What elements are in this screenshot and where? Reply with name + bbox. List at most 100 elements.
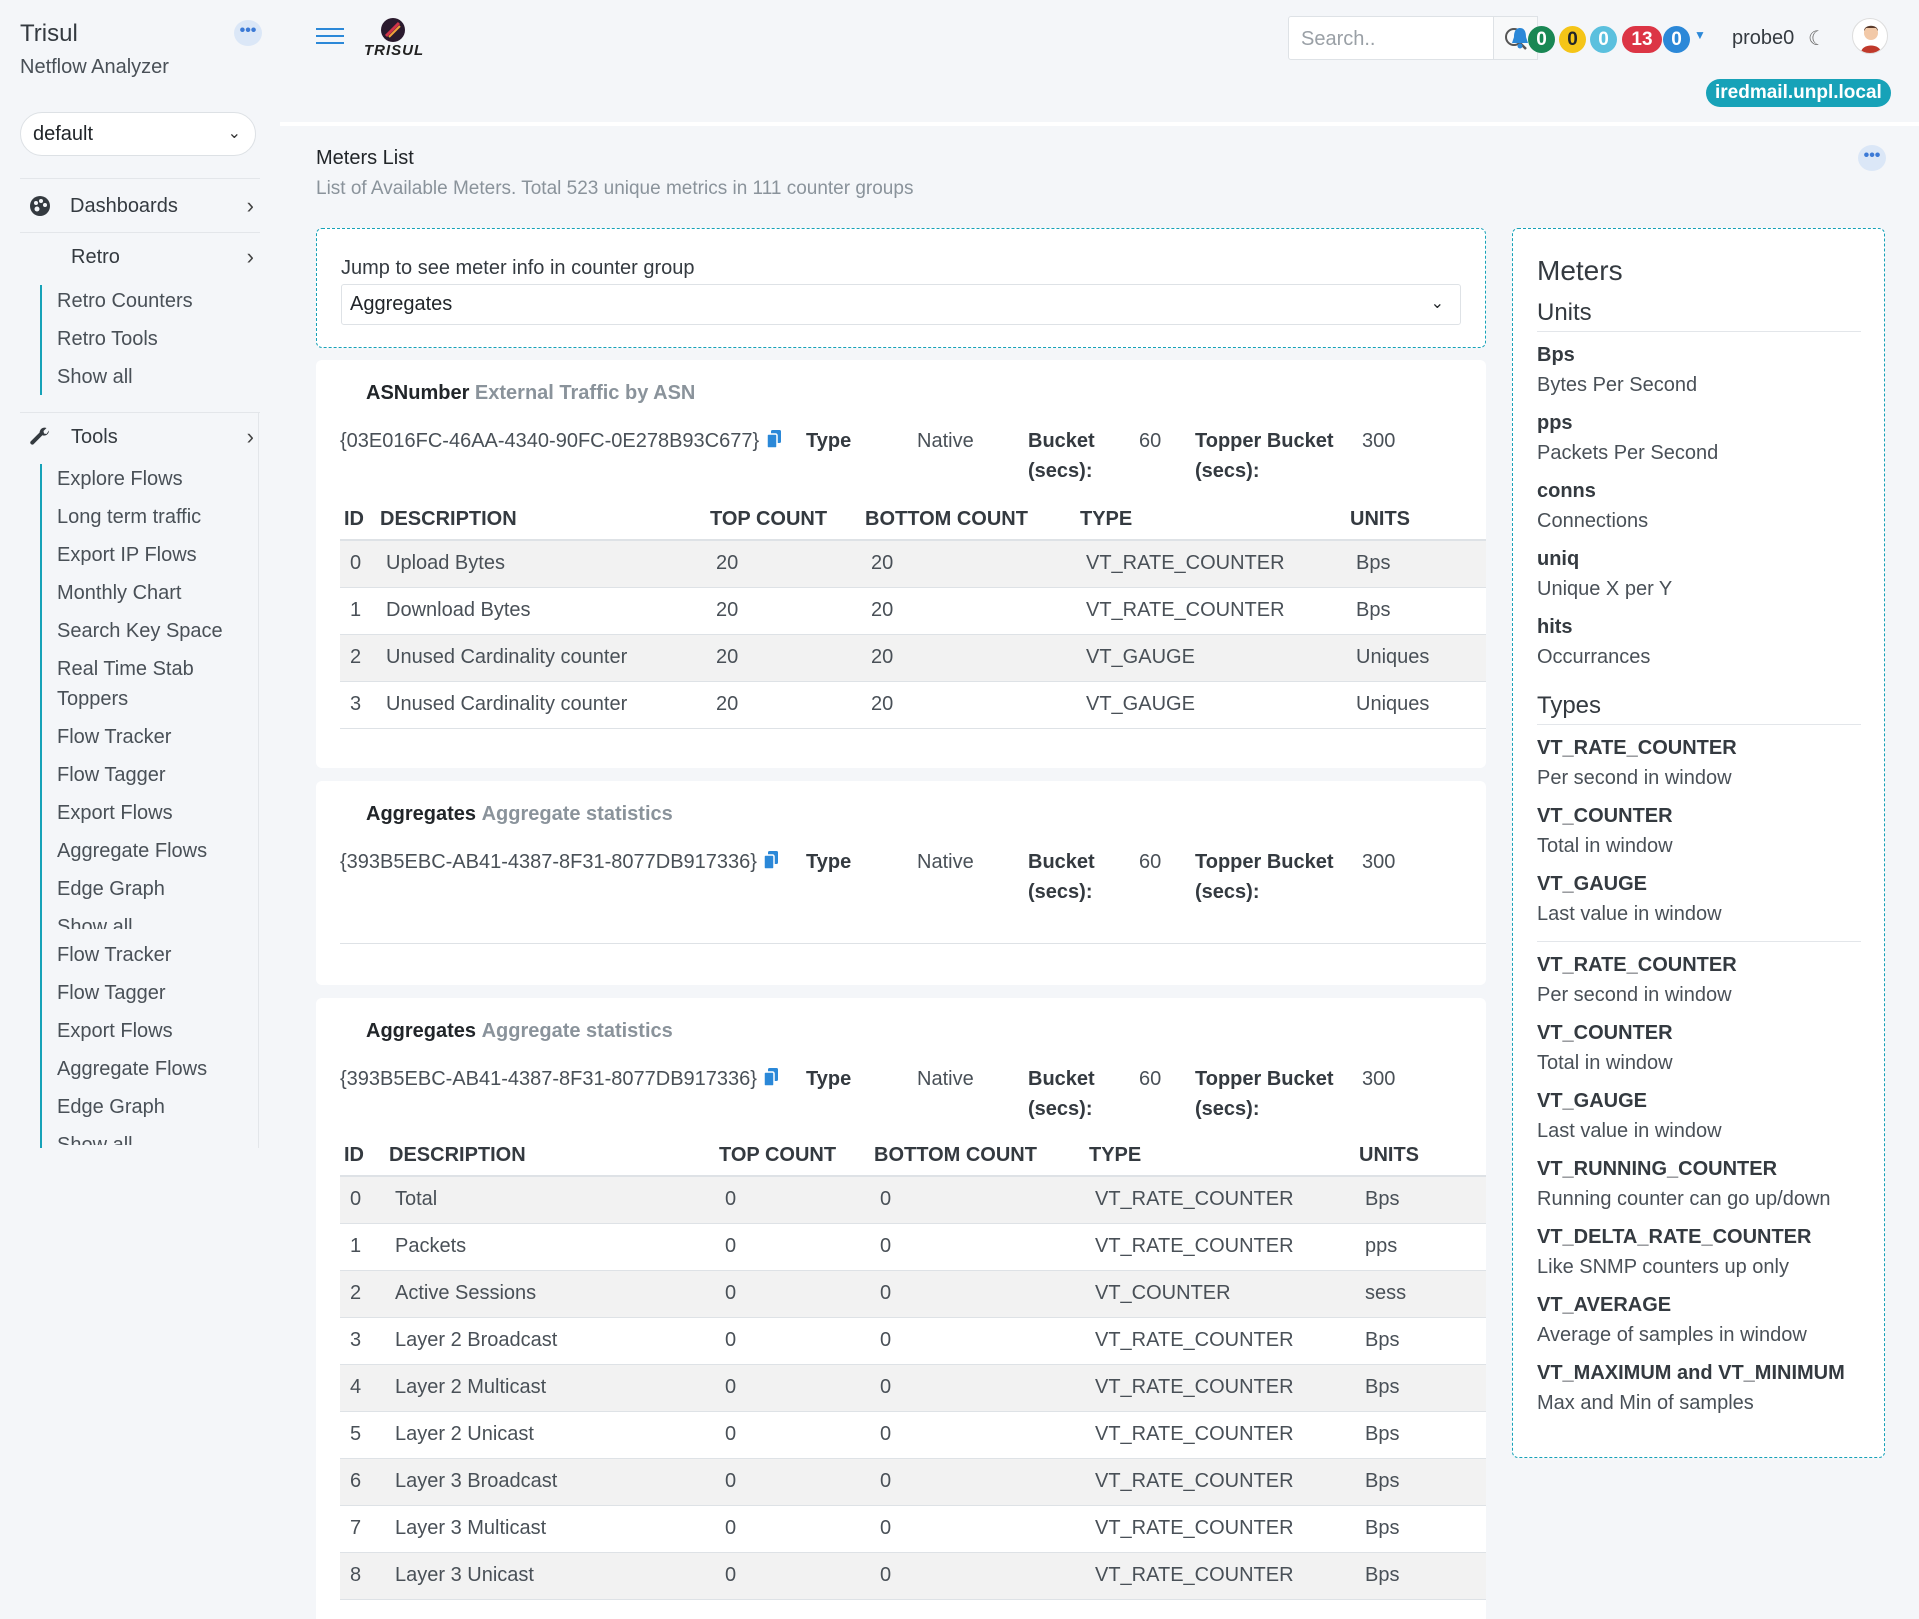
group-name: ASNumber	[366, 382, 470, 404]
cell-description: Total	[385, 1175, 715, 1223]
cell-bottom-count: 0	[870, 1410, 1085, 1458]
wrench-icon	[30, 427, 50, 445]
cell-id: 3	[340, 680, 376, 729]
alert-badge-4[interactable]: 0	[1663, 26, 1690, 53]
type-desc: Last value in window	[1537, 903, 1722, 925]
unit-desc: Unique X per Y	[1537, 578, 1673, 600]
nav-link-long-term-traffic[interactable]: Long term traffic	[57, 502, 257, 532]
cell-type: VT_RATE_COUNTER	[1076, 539, 1346, 587]
table-row: 2 Unused Cardinality counter 20 20 VT_GAUGE U…	[340, 633, 1486, 681]
type-desc: Per second in window	[1537, 984, 1732, 1006]
context-select[interactable]: default ⌄	[20, 112, 256, 156]
palette-icon	[30, 196, 50, 216]
nav-link-retro-tools[interactable]: Retro Tools	[57, 324, 257, 354]
host-badge[interactable]: iredmail.unpl.local	[1706, 79, 1891, 107]
app-subtitle: Netflow Analyzer	[20, 56, 169, 78]
cell-id: 5	[340, 1410, 385, 1458]
group-guid: {393B5EBC-AB41-4387-8F31-8077DB917336}	[340, 851, 757, 873]
cell-id: 1	[340, 1222, 385, 1270]
cell-bottom-count: 20	[861, 633, 1076, 681]
hamburger-menu-icon[interactable]	[316, 28, 344, 48]
nav-link-flow-tracker[interactable]: Flow Tracker	[57, 940, 257, 970]
nav-link-monthly-chart[interactable]: Monthly Chart	[57, 578, 257, 608]
alert-badge-1[interactable]: 0	[1559, 26, 1586, 53]
cell-description: Upload Bytes	[376, 539, 706, 587]
logo-text: TRISUL	[364, 42, 425, 59]
nav-link-real-time-stab-toppers[interactable]: Real Time Stab Toppers	[57, 654, 217, 714]
caret-down-icon[interactable]: ▼	[1694, 28, 1706, 42]
cell-type: VT_GAUGE	[1076, 633, 1346, 681]
nav-dashboards[interactable]: Dashboards ›	[20, 183, 260, 229]
nav-link-explore-flows[interactable]: Explore Flows	[57, 464, 257, 494]
probe-name[interactable]: probe0	[1732, 27, 1794, 50]
page-title: Meters List	[316, 147, 414, 169]
bucket-label: Bucket	[1028, 1068, 1095, 1090]
table-row: 5 Layer 2 Unicast 0 0 VT_RATE_COUNTER Bps	[340, 1410, 1486, 1458]
alert-badge-2[interactable]: 0	[1590, 26, 1617, 53]
nav-link-export-flows[interactable]: Export Flows	[57, 1016, 257, 1046]
nav-link-edge-graph[interactable]: Edge Graph	[57, 874, 257, 904]
copy-icon[interactable]	[764, 851, 778, 869]
table-row: 3 Unused Cardinality counter 20 20 VT_GAUGE U…	[340, 680, 1486, 729]
cell-type: VT_GAUGE	[1076, 680, 1346, 729]
type-term: VT_RUNNING_COUNTER	[1537, 1158, 1778, 1180]
cell-id: 2	[340, 633, 376, 681]
nav-retro[interactable]: Retro ›	[20, 234, 260, 280]
nav-link-edge-graph[interactable]: Edge Graph	[57, 1092, 257, 1122]
col-id: ID	[340, 500, 376, 541]
nav-link-aggregate-flows[interactable]: Aggregate Flows	[57, 1054, 257, 1084]
topper-bucket-label: Topper Bucket	[1195, 430, 1334, 452]
unit-desc: Connections	[1537, 510, 1649, 532]
table-row: 8 Layer 3 Unicast 0 0 VT_RATE_COUNTER Bps	[340, 1551, 1486, 1600]
cell-id: 0	[340, 1175, 385, 1223]
cell-top-count: 20	[706, 680, 861, 729]
type-value: Native	[917, 851, 974, 873]
nav-link-search-key-space[interactable]: Search Key Space	[57, 616, 257, 646]
copy-icon[interactable]	[764, 1068, 778, 1086]
alert-badge-0[interactable]: 0	[1528, 26, 1555, 53]
bell-icon[interactable]	[1510, 26, 1530, 50]
cell-bottom-count: 20	[861, 586, 1076, 634]
cell-units: Bps	[1355, 1551, 1486, 1600]
topper-secs-label: (secs):	[1195, 1098, 1260, 1120]
alert-badge-3[interactable]: 13	[1622, 26, 1662, 53]
unit-term: Bps	[1537, 344, 1575, 366]
meters-legend-panel: Meters Units Bps Bytes Per Second pps Pa…	[1512, 228, 1885, 1458]
cell-units: Uniques	[1346, 680, 1486, 729]
table-rule	[340, 943, 1486, 944]
col-type: TYPE	[1076, 500, 1346, 541]
cell-type: VT_RATE_COUNTER	[1085, 1175, 1355, 1223]
search-input[interactable]: Search..	[1288, 16, 1494, 60]
tools-links-scroll-repeat[interactable]: Flow Tracker Flow Tagger Export Flows Ag…	[42, 940, 258, 1145]
nav-link-flow-tagger[interactable]: Flow Tagger	[57, 978, 257, 1008]
table-row: 0 Upload Bytes 20 20 VT_RATE_COUNTER Bps	[340, 539, 1486, 587]
copy-icon[interactable]	[767, 430, 781, 448]
nav-link-retro-show-all[interactable]: Show all	[57, 362, 257, 392]
cell-top-count: 0	[715, 1504, 870, 1552]
cell-units: Bps	[1355, 1410, 1486, 1458]
nav-link-export-flows[interactable]: Export Flows	[57, 798, 257, 828]
counter-group-select[interactable]: Aggregates ⌄	[341, 284, 1461, 325]
nav-tools[interactable]: Tools ›	[20, 414, 260, 460]
cell-units: Uniques	[1346, 633, 1486, 681]
nav-link-aggregate-flows[interactable]: Aggregate Flows	[57, 836, 257, 866]
avatar[interactable]	[1852, 18, 1888, 54]
moon-icon[interactable]: ☾	[1808, 26, 1826, 51]
nav-link-tools-show-all[interactable]: Show all	[57, 912, 257, 929]
nav-tools-label: Tools	[71, 426, 118, 448]
cell-id: 3	[340, 1316, 385, 1364]
unit-term: uniq	[1537, 548, 1580, 570]
page-menu-dots-icon[interactable]: •••	[1858, 145, 1886, 171]
nav-link-flow-tagger[interactable]: Flow Tagger	[57, 760, 257, 790]
nav-link-tools-show-all[interactable]: Show all	[57, 1130, 257, 1145]
unit-desc: Packets Per Second	[1537, 442, 1719, 464]
col-id: ID	[340, 1136, 385, 1177]
nav-link-retro-counters[interactable]: Retro Counters	[57, 286, 257, 316]
sidebar-menu-dots-icon[interactable]: •••	[234, 20, 262, 46]
retro-group-line	[40, 285, 42, 395]
nav-link-flow-tracker[interactable]: Flow Tracker	[57, 722, 257, 752]
cell-units: Bps	[1355, 1175, 1486, 1223]
nav-link-export-ip-flows[interactable]: Export IP Flows	[57, 540, 257, 570]
bucket-secs-label: (secs):	[1028, 460, 1093, 482]
tools-links-scroll[interactable]: Explore Flows Long term traffic Export I…	[42, 464, 258, 929]
